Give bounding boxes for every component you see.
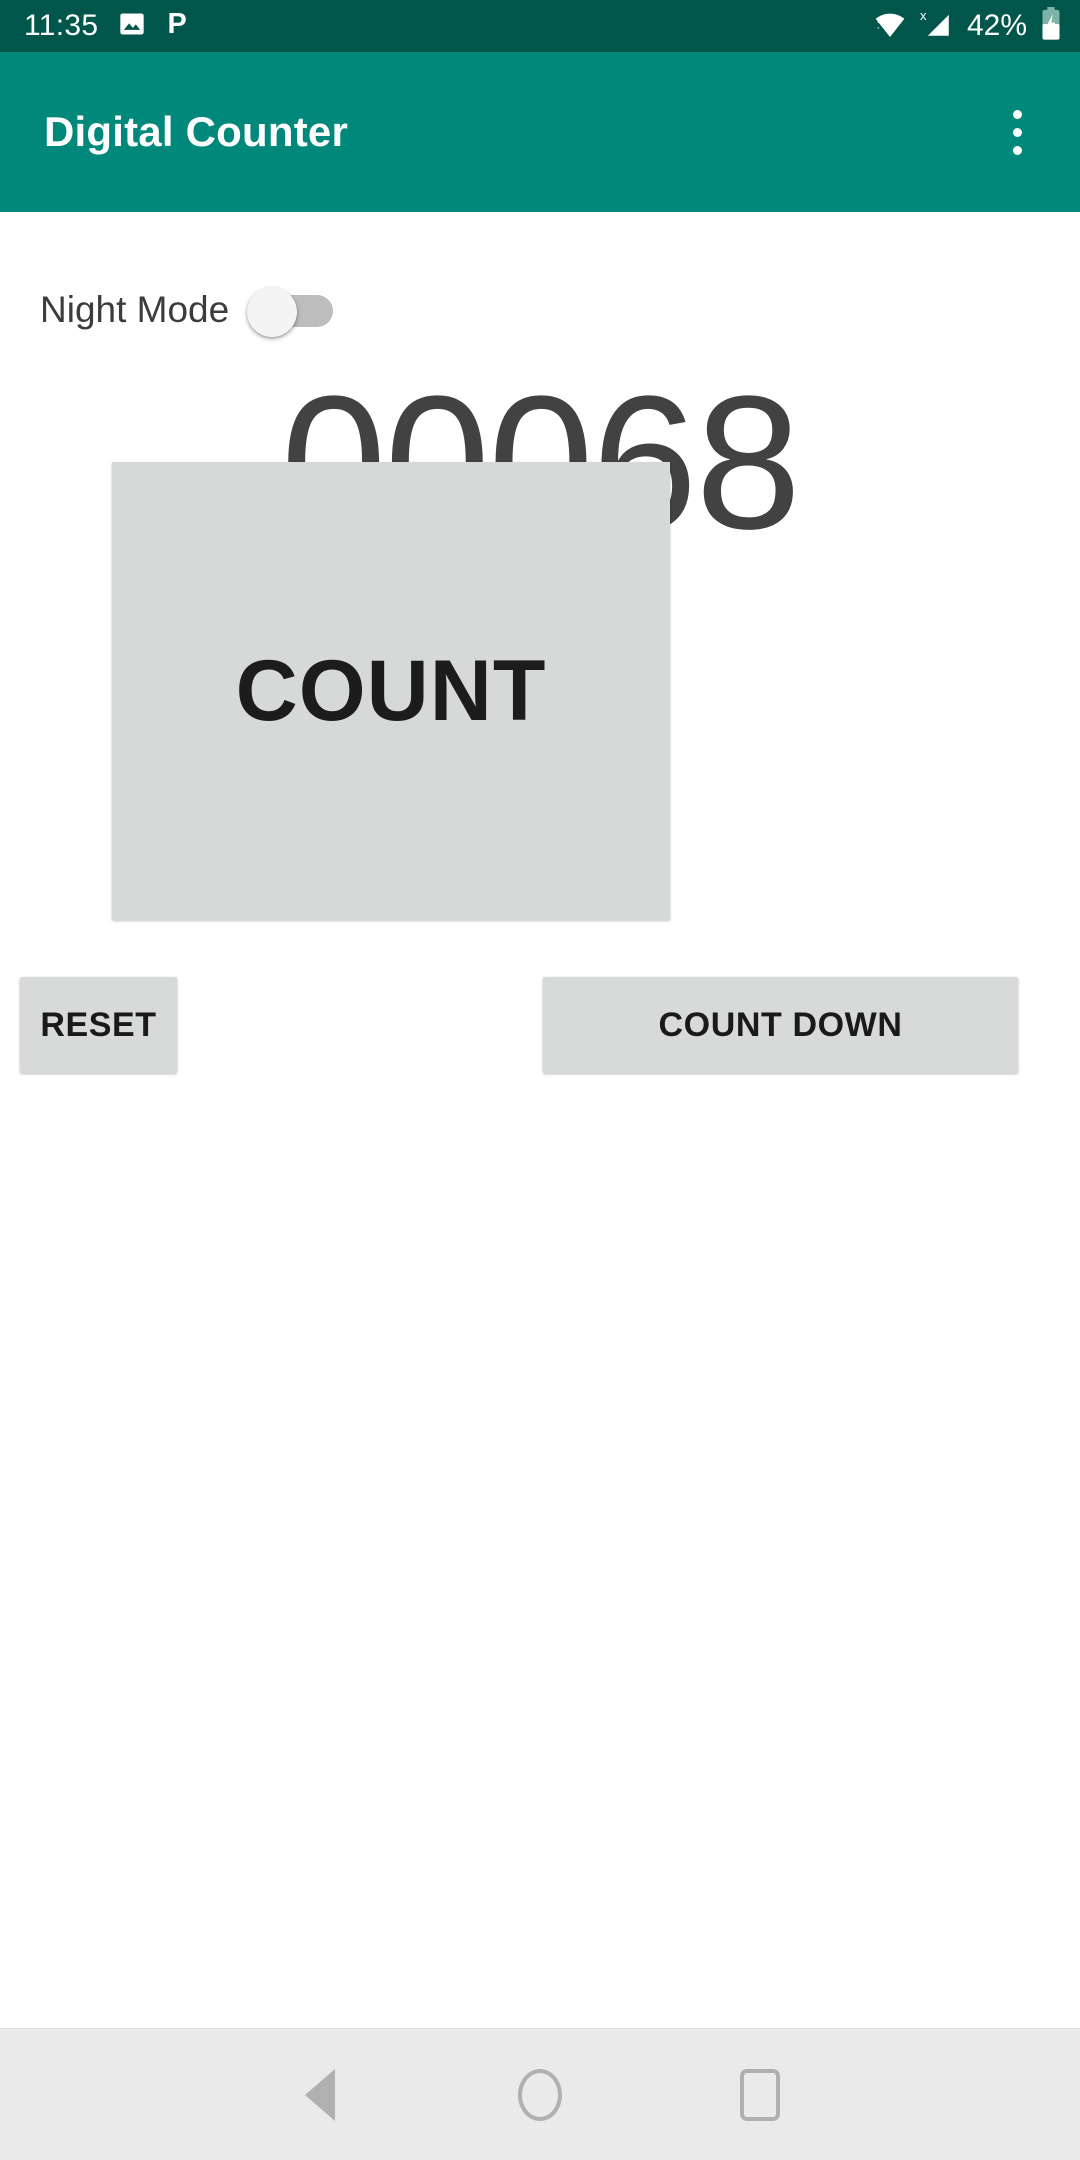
page-title: Digital Counter: [44, 108, 348, 155]
night-mode-label: Night Mode: [40, 289, 230, 330]
status-bar-left: 11:35 P: [24, 8, 192, 44]
svg-text:P: P: [168, 9, 187, 39]
home-circle-icon: [518, 2068, 562, 2121]
nav-recents-button[interactable]: [650, 2029, 870, 2160]
app-bar: Digital Counter: [0, 52, 1080, 212]
night-mode-row: Night Mode: [40, 284, 335, 337]
count-down-button-label: COUNT DOWN: [658, 1005, 903, 1044]
night-mode-toggle[interactable]: [247, 284, 335, 337]
status-bar-clock: 11:35: [24, 9, 99, 42]
phone-screen: 11:35 P x 42% Digital Counter Night Mode…: [0, 0, 1080, 2160]
count-button[interactable]: COUNT: [112, 462, 670, 920]
reset-button-label: RESET: [40, 1005, 157, 1044]
recents-square-icon: [740, 2068, 780, 2121]
battery-percentage: 42%: [966, 9, 1027, 42]
overflow-dot: [1012, 145, 1022, 155]
overflow-dot: [1012, 109, 1022, 119]
navigation-bar: [0, 2028, 1080, 2160]
status-bar: 11:35 P x 42%: [0, 0, 1080, 52]
svg-text:x: x: [920, 8, 927, 23]
main-content: Night Mode 00068 COUNT RESET COUNT DOWN: [0, 212, 1080, 2028]
image-icon: [118, 10, 146, 43]
action-button-row: RESET COUNT DOWN: [0, 977, 1080, 1073]
overflow-dot: [1012, 127, 1022, 137]
back-triangle-icon: [305, 2068, 335, 2121]
nav-home-button[interactable]: [430, 2029, 650, 2160]
battery-charging-icon: [1040, 6, 1062, 46]
cellular-signal-no-sim-icon: x: [920, 8, 954, 45]
status-bar-right: x 42%: [873, 6, 1062, 46]
p-letter-icon: P: [166, 8, 192, 44]
count-down-button[interactable]: COUNT DOWN: [543, 977, 1018, 1073]
nav-back-button[interactable]: [210, 2029, 430, 2160]
overflow-menu-icon[interactable]: [982, 97, 1052, 167]
wifi-icon: [873, 9, 907, 44]
toggle-thumb: [247, 287, 298, 337]
count-button-label: COUNT: [235, 642, 547, 739]
reset-button[interactable]: RESET: [20, 977, 177, 1073]
